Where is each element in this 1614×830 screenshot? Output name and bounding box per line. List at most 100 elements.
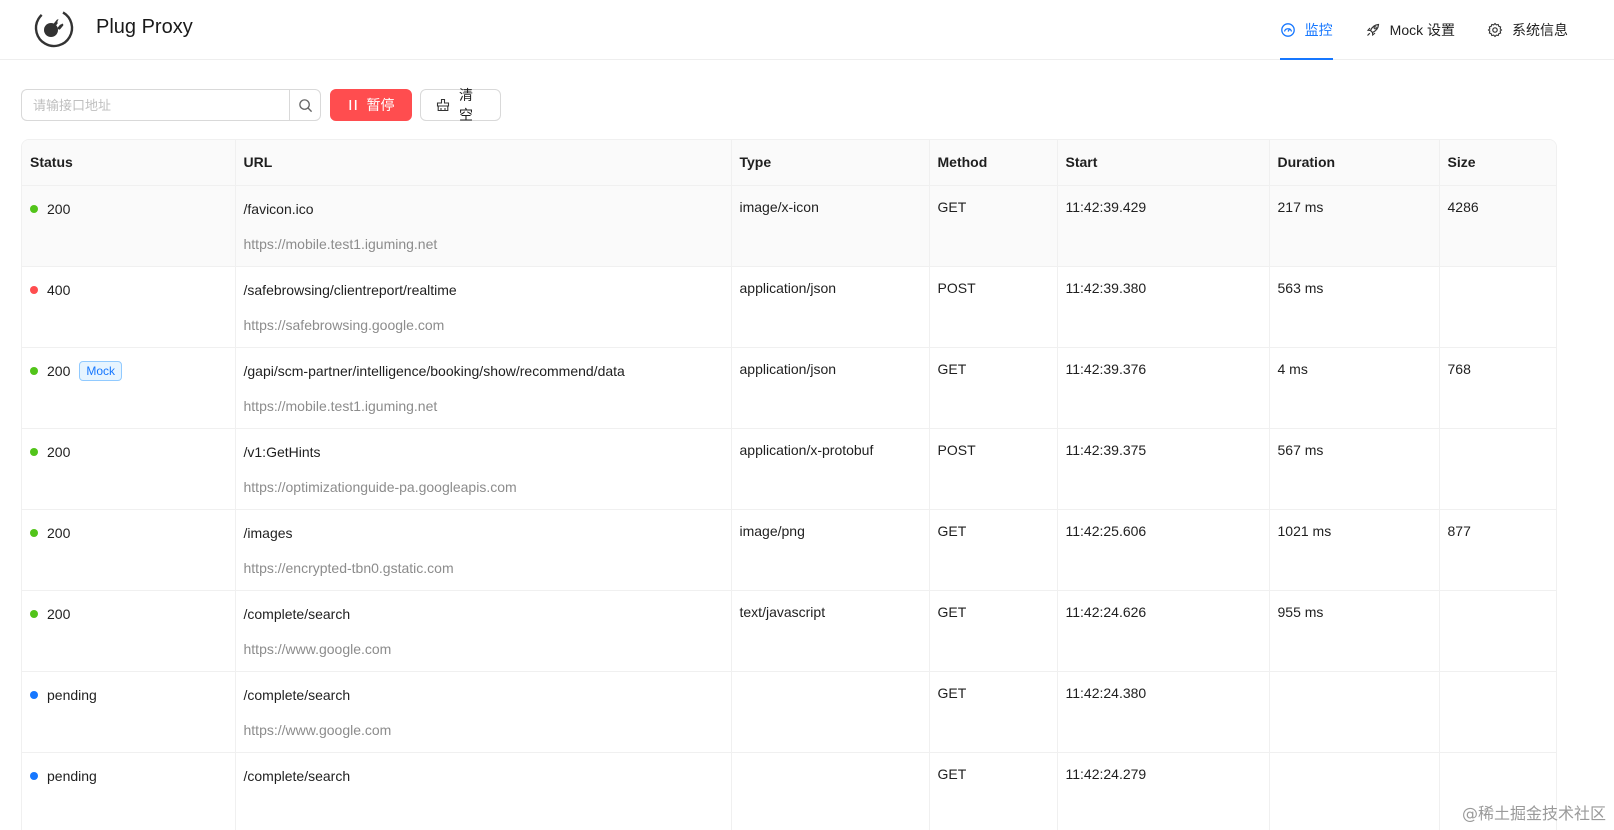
start-cell: 11:42:24.626 <box>1056 590 1269 672</box>
start-cell: 11:42:39.380 <box>1056 266 1269 348</box>
size-cell <box>1438 671 1556 753</box>
status-cell: 200 Mock <box>22 347 235 429</box>
clear-icon <box>436 98 450 112</box>
column-header-method: Method <box>928 140 1057 186</box>
type-cell: image/png <box>730 509 929 591</box>
duration-cell: 563 ms <box>1268 266 1439 348</box>
status-cell: 200 <box>22 185 235 267</box>
url-host: https://mobile.test1.iguming.net <box>243 397 438 414</box>
table-row[interactable]: pending/complete/search https://www.googl… <box>22 671 1556 753</box>
search-input[interactable] <box>21 89 289 121</box>
nav-item-label: Mock 设置 <box>1389 22 1455 38</box>
nav-item-monitor[interactable]: 监控 <box>1264 0 1349 60</box>
start-cell: 11:42:39.376 <box>1056 347 1269 429</box>
url-cell: /complete/search https://www.google.com <box>234 590 731 672</box>
app-header: Plug Proxy 监控 Mock 设置 系统信息 <box>0 0 1614 60</box>
size-cell <box>1438 428 1556 510</box>
size-cell <box>1438 266 1556 348</box>
duration-cell: 955 ms <box>1268 590 1439 672</box>
rocket-icon <box>1366 23 1379 37</box>
status-dot <box>30 528 38 537</box>
status-code: 200 <box>47 524 71 541</box>
pause-button[interactable]: 暂停 <box>330 89 412 121</box>
start-cell: 11:42:25.606 <box>1056 509 1269 591</box>
watermark: @稀土掘金技术社区 <box>1461 804 1606 823</box>
url-path: /complete/search <box>243 605 351 622</box>
size-cell: 4286 <box>1438 185 1556 267</box>
status-code: 200 <box>47 605 71 622</box>
status-dot <box>30 771 38 780</box>
table-row[interactable]: 200 Mock/gapi/scm-partner/intelligence/bo… <box>22 347 1556 429</box>
pause-button-label: 暂停 <box>366 97 395 113</box>
pause-icon <box>348 99 358 111</box>
status-dot <box>30 690 38 699</box>
url-cell: /safebrowsing/clientreport/realtime https… <box>234 266 731 348</box>
url-path: /v1:GetHints <box>243 443 321 460</box>
url-cell: /complete/search <box>234 752 731 830</box>
url-path: /images <box>243 524 293 541</box>
method-cell: GET <box>928 590 1057 672</box>
table-row[interactable]: 200/v1:GetHints https://optimizationguide… <box>22 428 1556 510</box>
table-row[interactable]: 400/safebrowsing/clientreport/realtime ht… <box>22 266 1556 348</box>
start-cell: 11:42:39.375 <box>1056 428 1269 510</box>
status-cell: 400 <box>22 266 235 348</box>
requests-table: Status URL Type Method Start Duration Si… <box>21 139 1557 830</box>
search-group <box>21 89 321 121</box>
status-cell: pending <box>22 752 235 830</box>
type-cell: text/javascript <box>730 590 929 672</box>
gear-icon <box>1487 22 1503 38</box>
table-header-row: Status URL Type Method Start Duration Si… <box>22 140 1556 186</box>
table-row[interactable]: 200/images https://encrypted-tbn0.gstatic… <box>22 509 1556 591</box>
clear-button[interactable]: 清空 <box>420 87 501 123</box>
type-cell: application/x-protobuf <box>730 428 929 510</box>
column-header-duration: Duration <box>1268 140 1439 186</box>
nav-item-system-info[interactable]: 系统信息 <box>1471 0 1584 60</box>
duration-cell: 217 ms <box>1268 185 1439 267</box>
url-host: https://safebrowsing.google.com <box>243 316 445 333</box>
url-host: https://mobile.test1.iguming.net <box>243 235 438 252</box>
column-header-status: Status <box>22 140 235 186</box>
method-cell: POST <box>928 266 1057 348</box>
method-cell: POST <box>928 428 1057 510</box>
url-host: https://www.google.com <box>243 721 392 738</box>
status-dot <box>30 447 38 456</box>
url-host: https://www.google.com <box>243 640 392 657</box>
status-cell: 200 <box>22 428 235 510</box>
nav-item-label: 监控 <box>1304 22 1333 38</box>
table-row[interactable]: pending/complete/search GET 11:42:24.279 <box>22 752 1556 830</box>
type-cell: application/json <box>730 347 929 429</box>
size-cell <box>1438 590 1556 672</box>
search-button[interactable] <box>289 89 321 121</box>
method-cell: GET <box>928 671 1057 753</box>
table-row[interactable]: 200/favicon.ico https://mobile.test1.igum… <box>22 185 1556 267</box>
plug-logo-icon[interactable] <box>33 7 75 49</box>
status-dot <box>30 609 38 618</box>
column-header-url: URL <box>234 140 731 186</box>
start-cell: 11:42:24.380 <box>1056 671 1269 753</box>
url-host: https://optimizationguide-pa.googleapis.… <box>243 478 517 495</box>
status-code: pending <box>47 686 97 703</box>
column-header-start: Start <box>1056 140 1269 186</box>
type-cell <box>730 671 929 753</box>
start-cell: 11:42:24.279 <box>1056 752 1269 830</box>
toolbar: 暂停 清空 <box>21 87 501 123</box>
url-path: /complete/search <box>243 686 351 703</box>
method-cell: GET <box>928 509 1057 591</box>
nav-item-label: 系统信息 <box>1512 22 1568 38</box>
dashboard-icon <box>1280 23 1295 37</box>
type-cell: application/json <box>730 266 929 348</box>
method-cell: GET <box>928 347 1057 429</box>
column-header-size: Size <box>1438 140 1556 186</box>
url-host: https://encrypted-tbn0.gstatic.com <box>243 559 454 576</box>
search-icon <box>298 98 312 112</box>
table-row[interactable]: 200/complete/search https://www.google.co… <box>22 590 1556 672</box>
duration-cell: 567 ms <box>1268 428 1439 510</box>
duration-cell <box>1268 671 1439 753</box>
url-path: /complete/search <box>243 767 351 784</box>
nav-item-mock-settings[interactable]: Mock 设置 <box>1349 0 1471 60</box>
status-code: 200 <box>47 200 71 217</box>
size-cell: 768 <box>1438 347 1556 429</box>
status-cell: 200 <box>22 509 235 591</box>
status-code: 200 <box>47 362 71 379</box>
duration-cell: 4 ms <box>1268 347 1439 429</box>
